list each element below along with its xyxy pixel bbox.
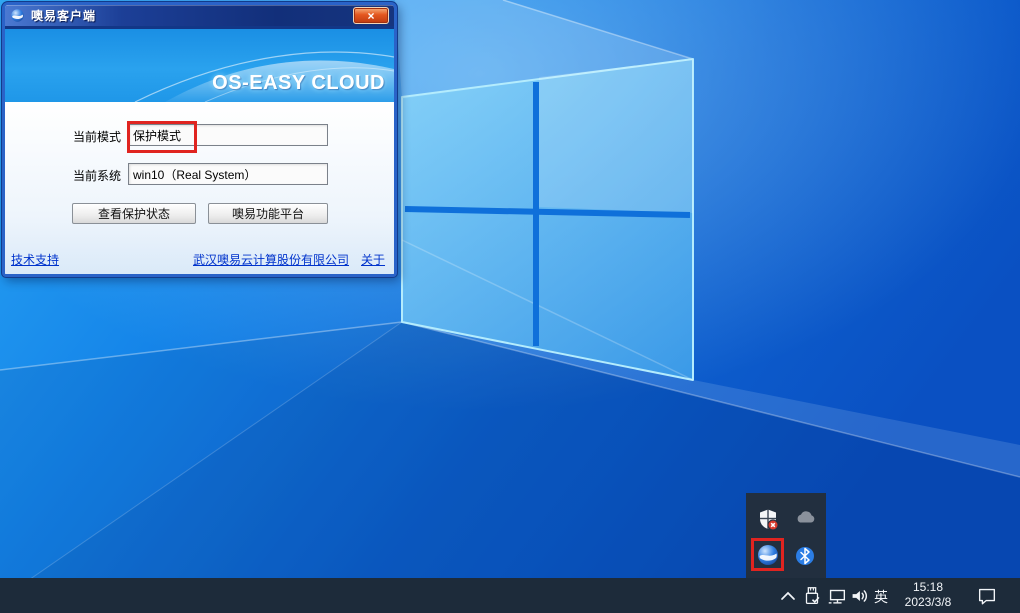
bluetooth-icon[interactable] xyxy=(793,544,817,568)
banner: OS-EASY CLOUD xyxy=(5,26,394,102)
close-button[interactable]: × xyxy=(353,7,389,24)
annotation-box-mode xyxy=(127,121,197,153)
system-field-value[interactable] xyxy=(128,163,328,185)
desktop: 噢易客户端 × OS-EASY CLOUD 当前模式 当前系统 查看保护状态 噢… xyxy=(0,0,1020,613)
usb-safely-remove-icon[interactable] xyxy=(801,585,823,607)
clock-date: 2023/3/8 xyxy=(897,595,959,610)
window-title: 噢易客户端 xyxy=(31,7,96,24)
close-icon: × xyxy=(367,9,374,23)
taskbar: 英 15:18 2023/3/8 xyxy=(0,578,1020,613)
about-link[interactable]: 关于 xyxy=(361,251,385,268)
windows-security-icon[interactable] xyxy=(756,507,780,531)
window-titlebar[interactable]: 噢易客户端 × xyxy=(5,5,394,26)
dialog-body: 当前模式 当前系统 查看保护状态 噢易功能平台 技术支持 武汉噢易云计算股份有限… xyxy=(5,102,394,277)
annotation-box-tray xyxy=(751,538,784,571)
os-easy-client-window: 噢易客户端 × OS-EASY CLOUD 当前模式 当前系统 查看保护状态 噢… xyxy=(2,2,397,277)
action-center-icon[interactable] xyxy=(976,585,998,607)
os-easy-platform-button[interactable]: 噢易功能平台 xyxy=(208,203,328,224)
volume-icon[interactable] xyxy=(848,585,870,607)
show-hidden-icons-chevron[interactable] xyxy=(777,585,799,607)
view-protection-status-button[interactable]: 查看保护状态 xyxy=(72,203,196,224)
tech-support-link[interactable]: 技术支持 xyxy=(11,251,59,268)
tray-overflow-flyout xyxy=(746,493,826,578)
clock-time: 15:18 xyxy=(897,580,959,595)
ime-indicator[interactable]: 英 xyxy=(870,587,892,607)
os-easy-logo-icon xyxy=(10,8,25,23)
system-field-label: 当前系统 xyxy=(71,167,121,184)
network-icon[interactable] xyxy=(826,585,848,607)
company-link[interactable]: 武汉噢易云计算股份有限公司 xyxy=(193,251,349,268)
taskbar-clock[interactable]: 15:18 2023/3/8 xyxy=(897,580,959,610)
onedrive-icon[interactable] xyxy=(793,506,817,530)
mode-field-label: 当前模式 xyxy=(71,128,121,145)
brand-logo-text: OS-EASY CLOUD xyxy=(212,72,385,95)
